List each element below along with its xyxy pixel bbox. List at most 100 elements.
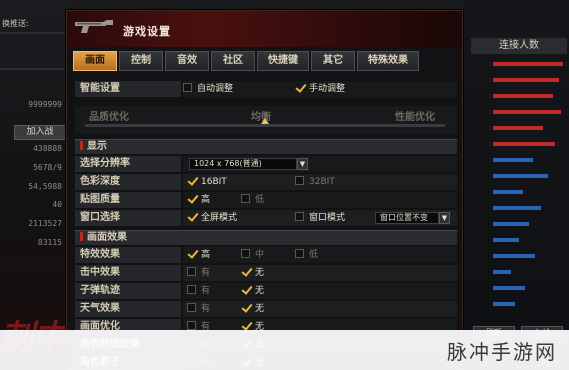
effect-off-option[interactable]: 无	[241, 303, 264, 315]
effect-high-option[interactable]: 高	[187, 249, 210, 261]
effect-toggle-label: 子弹轨迹	[75, 283, 181, 299]
room-bar[interactable]	[493, 206, 541, 210]
fullscreen-checkbox[interactable]	[187, 212, 196, 221]
resolution-label: 选择分辨率	[75, 156, 181, 172]
dialog-titlebar[interactable]: 游戏设置	[67, 11, 462, 47]
effect-mid-checkbox[interactable]	[241, 249, 250, 258]
tab-graphics[interactable]: 画面	[73, 51, 117, 71]
game-settings-dialog: 游戏设置 画面 控制 音效 社区 快捷键 其它 特殊效果 智能设置 自动调整 手…	[66, 10, 463, 370]
manual-adjust-option[interactable]: 手动调整	[295, 83, 345, 95]
lobby-stat: 9999999	[28, 100, 62, 109]
effect-off-option[interactable]: 无	[241, 267, 264, 279]
color-depth-label: 色彩深度	[75, 174, 181, 190]
effect-on-checkbox[interactable]	[187, 285, 196, 294]
lobby-stat: 40	[52, 200, 62, 209]
room-bar[interactable]	[493, 78, 559, 82]
effect-toggle-label: 击中效果	[75, 265, 181, 281]
16bit-option[interactable]: 16BIT	[187, 176, 227, 188]
watermark-text: 脉冲手游网	[447, 340, 557, 364]
window-mode-row: 窗口选择 全屏模式 窗口模式 窗口位置不变 ▼	[75, 210, 457, 226]
room-bar[interactable]	[493, 94, 553, 98]
16bit-checkbox[interactable]	[187, 176, 196, 185]
tab-special-effects[interactable]: 特殊效果	[357, 51, 419, 71]
room-bar[interactable]	[493, 238, 519, 242]
effect-on-option[interactable]: 有	[187, 303, 210, 315]
manual-adjust-checkbox[interactable]	[295, 83, 304, 92]
effect-toggle-row: 击中效果有 无	[75, 265, 457, 281]
resolution-select[interactable]: 1024 x 768(普通)	[189, 158, 297, 170]
tab-sound[interactable]: 音效	[165, 51, 209, 71]
room-bar[interactable]	[493, 286, 525, 290]
effect-on-option[interactable]: 有	[187, 285, 210, 297]
slider-track[interactable]	[85, 124, 445, 127]
quality-slider[interactable]: 品质优化 均衡 性能优化	[75, 106, 457, 134]
room-bar[interactable]	[493, 270, 511, 274]
effect-off-checkbox[interactable]	[241, 321, 250, 330]
effect-on-option[interactable]: 有	[187, 267, 210, 279]
slider-thumb[interactable]	[261, 118, 269, 124]
texture-low-checkbox[interactable]	[241, 194, 250, 203]
room-bar[interactable]	[493, 302, 515, 306]
effects-section-header: 画面效果	[75, 230, 457, 245]
room-bar[interactable]	[493, 158, 533, 162]
chevron-down-icon[interactable]: ▼	[439, 212, 450, 224]
display-section-header: 显示	[75, 139, 457, 154]
effect-off-checkbox[interactable]	[241, 267, 250, 276]
effect-toggle-row: 子弹轨迹有 无	[75, 283, 457, 299]
room-bar[interactable]	[493, 62, 563, 66]
lobby-stat: 5678/9	[33, 163, 62, 172]
effect-on-checkbox[interactable]	[187, 321, 196, 330]
settings-tabs: 画面 控制 音效 社区 快捷键 其它 特殊效果	[73, 51, 459, 71]
dialog-title: 游戏设置	[123, 25, 171, 38]
windowed-checkbox[interactable]	[295, 212, 304, 221]
effect-quality-row: 特效效果 高 中 低	[75, 247, 457, 263]
windowed-option[interactable]: 窗口模式	[295, 212, 345, 224]
room-bar[interactable]	[493, 222, 529, 226]
auto-adjust-option[interactable]: 自动调整	[183, 83, 233, 95]
tab-hotkeys[interactable]: 快捷键	[257, 51, 309, 71]
player-count-header: 连接人数	[471, 38, 567, 54]
texture-quality-label: 贴图质量	[75, 192, 181, 208]
lobby-stat: 54,5988	[28, 182, 62, 191]
tab-other[interactable]: 其它	[311, 51, 355, 71]
effect-off-checkbox[interactable]	[241, 303, 250, 312]
join-battle-button[interactable]: 加入战	[14, 125, 66, 140]
effect-high-checkbox[interactable]	[187, 249, 196, 258]
tab-controls[interactable]: 控制	[119, 51, 163, 71]
lobby-stat: 83115	[37, 238, 62, 247]
texture-high-checkbox[interactable]	[187, 194, 196, 203]
slider-label-quality: 品质优化	[89, 112, 129, 123]
32bit-option[interactable]: 32BIT	[295, 176, 335, 188]
tab-community[interactable]: 社区	[211, 51, 255, 71]
room-bar[interactable]	[493, 110, 561, 114]
auto-adjust-checkbox[interactable]	[183, 83, 192, 92]
texture-high-option[interactable]: 高	[187, 194, 210, 206]
effect-quality-label: 特效效果	[75, 247, 181, 263]
window-position-select[interactable]: 窗口位置不变	[375, 212, 439, 224]
effect-low-option[interactable]: 低	[295, 249, 318, 261]
window-mode-label: 窗口选择	[75, 210, 181, 226]
lobby-left-panel: 换推送: 9999999 加入战 438888 5678/9 54,5988 4…	[0, 0, 70, 370]
lobby-right-panel: 连接人数 刷新 入战	[463, 0, 569, 370]
watermark-banner: 脉冲手游网	[0, 330, 569, 370]
resolution-row: 选择分辨率 1024 x 768(普通) ▼	[75, 156, 457, 172]
effect-off-option[interactable]: 无	[241, 285, 264, 297]
effect-off-checkbox[interactable]	[241, 285, 250, 294]
room-bar[interactable]	[493, 190, 523, 194]
32bit-checkbox[interactable]	[295, 176, 304, 185]
texture-low-option[interactable]: 低	[241, 194, 264, 206]
effect-on-checkbox[interactable]	[187, 303, 196, 312]
preset-row: 智能设置 自动调整 手动调整	[75, 81, 457, 97]
room-bar[interactable]	[493, 142, 555, 146]
effect-low-checkbox[interactable]	[295, 249, 304, 258]
room-bar[interactable]	[493, 126, 543, 130]
effect-on-checkbox[interactable]	[187, 267, 196, 276]
pistol-icon	[75, 20, 113, 33]
lobby-stat: 438888	[33, 144, 62, 153]
chevron-down-icon[interactable]: ▼	[297, 158, 308, 170]
fullscreen-option[interactable]: 全屏模式	[187, 212, 237, 224]
color-depth-row: 色彩深度 16BIT 32BIT	[75, 174, 457, 190]
room-bar[interactable]	[493, 174, 548, 178]
effect-mid-option[interactable]: 中	[241, 249, 264, 261]
room-bar[interactable]	[493, 254, 535, 258]
